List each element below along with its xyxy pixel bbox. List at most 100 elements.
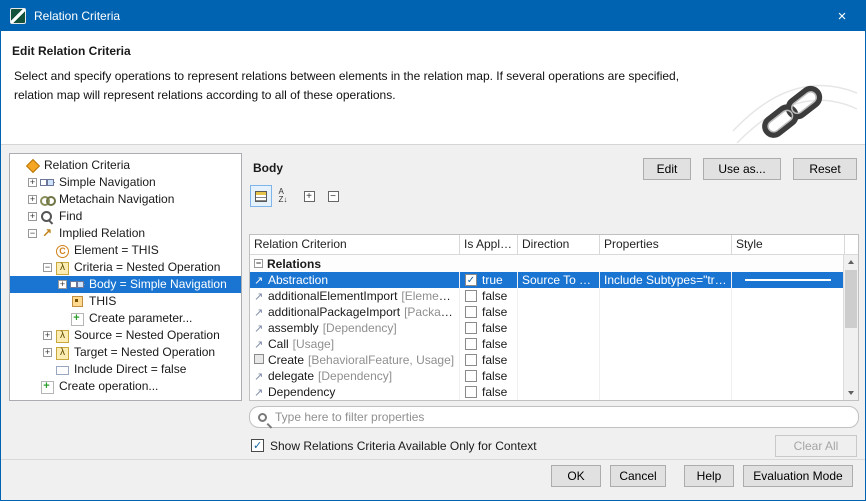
tree-item[interactable]: + Source = Nested Operation	[10, 327, 241, 344]
relation-arrow-icon	[254, 304, 268, 320]
clear-all-button: Clear All	[775, 435, 857, 457]
column-relation-criterion[interactable]: Relation Criterion	[250, 235, 460, 254]
table-row[interactable]: Create[BehavioralFeature, Usage] false	[250, 352, 843, 368]
sort-icon[interactable]	[274, 185, 296, 207]
direction-cell	[518, 368, 600, 384]
table-row[interactable]: assembly[Dependency] false	[250, 320, 843, 336]
table-row[interactable]: Abstraction ✓true Source To Tar... Inclu…	[250, 272, 843, 288]
applied-checkbox[interactable]: ✓	[465, 274, 477, 286]
tree-item[interactable]: + Metachain Navigation	[10, 191, 241, 208]
tree-item-label: Metachain Navigation	[59, 191, 174, 208]
filter-box	[249, 406, 859, 428]
scroll-down-icon[interactable]	[844, 386, 858, 400]
properties-cell	[600, 304, 732, 320]
create-icon	[70, 312, 85, 325]
lambda-icon	[55, 329, 70, 342]
applied-checkbox[interactable]	[465, 290, 477, 302]
table-row[interactable]: Call[Usage] false	[250, 336, 843, 352]
titlebar: Relation Criteria ×	[1, 1, 865, 31]
filter-input[interactable]	[275, 410, 850, 424]
include-direct-icon	[55, 363, 70, 376]
tree-expander[interactable]: −	[43, 263, 52, 272]
help-button[interactable]: Help	[684, 465, 734, 487]
edit-button[interactable]: Edit	[643, 158, 691, 180]
tree-item[interactable]: + Simple Navigation	[10, 174, 241, 191]
applied-label: true	[482, 273, 503, 287]
close-button[interactable]: ×	[819, 1, 865, 31]
applied-checkbox[interactable]	[465, 354, 477, 366]
metachain-icon	[40, 193, 55, 206]
tree-item-label: Include Direct = false	[74, 361, 186, 378]
style-cell	[732, 304, 845, 320]
tree-item[interactable]: Include Direct = false	[10, 361, 241, 378]
tree-expander[interactable]: +	[43, 348, 52, 357]
properties-cell	[600, 352, 732, 368]
table-scrollbar[interactable]	[843, 255, 858, 400]
column-properties[interactable]: Properties	[600, 235, 732, 254]
scrollbar-thumb[interactable]	[845, 270, 857, 328]
applied-checkbox[interactable]	[465, 338, 477, 350]
tree-item-label: Element = THIS	[74, 242, 159, 259]
tree-expander[interactable]: +	[43, 331, 52, 340]
applied-label: false	[482, 289, 507, 303]
context-checkbox[interactable]	[251, 439, 264, 452]
tree-item-label: Create operation...	[59, 378, 158, 395]
footer-buttons: OK Cancel Help Evaluation Mode	[551, 465, 853, 487]
scroll-up-icon[interactable]	[844, 255, 858, 269]
tree-item[interactable]: − Implied Relation	[10, 225, 241, 242]
ok-button[interactable]: OK	[551, 465, 601, 487]
use-as-button[interactable]: Use as...	[703, 158, 781, 180]
criteria-root-icon	[25, 159, 40, 172]
detail-title: Body	[253, 161, 283, 175]
column-is-applied[interactable]: Is Applied	[460, 235, 518, 254]
tree-item[interactable]: THIS	[10, 293, 241, 310]
tree-expander[interactable]: +	[58, 280, 67, 289]
collapse-all-icon[interactable]	[322, 185, 344, 207]
properties-cell	[600, 336, 732, 352]
column-direction[interactable]: Direction	[518, 235, 600, 254]
tree-item[interactable]: − Criteria = Nested Operation	[10, 259, 241, 276]
cancel-button[interactable]: Cancel	[610, 465, 666, 487]
tree-item[interactable]: Element = THIS	[10, 242, 241, 259]
applied-checkbox[interactable]	[465, 306, 477, 318]
tree-item[interactable]: + Find	[10, 208, 241, 225]
table-row[interactable]: delegate[Dependency] false	[250, 368, 843, 384]
direction-cell	[518, 352, 600, 368]
tree-item[interactable]: Create parameter...	[10, 310, 241, 327]
column-style[interactable]: Style	[732, 235, 845, 254]
tree-expander[interactable]: −	[28, 229, 37, 238]
page-title: Edit Relation Criteria	[12, 44, 853, 58]
tree-item[interactable]: + Target = Nested Operation	[10, 344, 241, 361]
tree-item[interactable]: Relation Criteria	[10, 157, 241, 174]
applied-checkbox[interactable]	[465, 370, 477, 382]
window-title: Relation Criteria	[34, 9, 120, 23]
relations-group-row[interactable]: − Relations	[250, 255, 858, 272]
table-row[interactable]: additionalElementImport[ElementI...] fal…	[250, 288, 843, 304]
style-cell	[732, 288, 845, 304]
tree-item-label: Source = Nested Operation	[74, 327, 220, 344]
table-row[interactable]: additionalPackageImport[PackageI...] fal…	[250, 304, 843, 320]
tree-item-label: Criteria = Nested Operation	[74, 259, 220, 276]
categorized-view-icon[interactable]	[250, 185, 272, 207]
page-description: Select and specify operations to represe…	[14, 67, 719, 104]
tree-item-label: Implied Relation	[59, 225, 145, 242]
evaluation-mode-button[interactable]: Evaluation Mode	[743, 465, 853, 487]
direction-cell	[518, 288, 600, 304]
expand-all-icon[interactable]	[298, 185, 320, 207]
reset-button[interactable]: Reset	[793, 158, 857, 180]
tree-expander[interactable]: +	[28, 195, 37, 204]
relation-name: additionalPackageImport	[268, 305, 400, 319]
applied-checkbox[interactable]	[465, 322, 477, 334]
table-row[interactable]: Dependency false	[250, 384, 843, 400]
applied-label: false	[482, 369, 507, 383]
relation-suffix: [Usage]	[293, 337, 334, 351]
tree-item[interactable]: + Body = Simple Navigation	[10, 276, 241, 293]
chain-decoration-icon	[731, 65, 859, 145]
tree-item[interactable]: Create operation...	[10, 378, 241, 395]
tree-expander[interactable]: +	[28, 212, 37, 221]
group-collapse-icon[interactable]: −	[254, 259, 263, 268]
criteria-tree: Relation Criteria + Simple Navigation + …	[9, 153, 242, 401]
properties-toolbar	[250, 185, 344, 207]
applied-checkbox[interactable]	[465, 386, 477, 398]
tree-expander[interactable]: +	[28, 178, 37, 187]
